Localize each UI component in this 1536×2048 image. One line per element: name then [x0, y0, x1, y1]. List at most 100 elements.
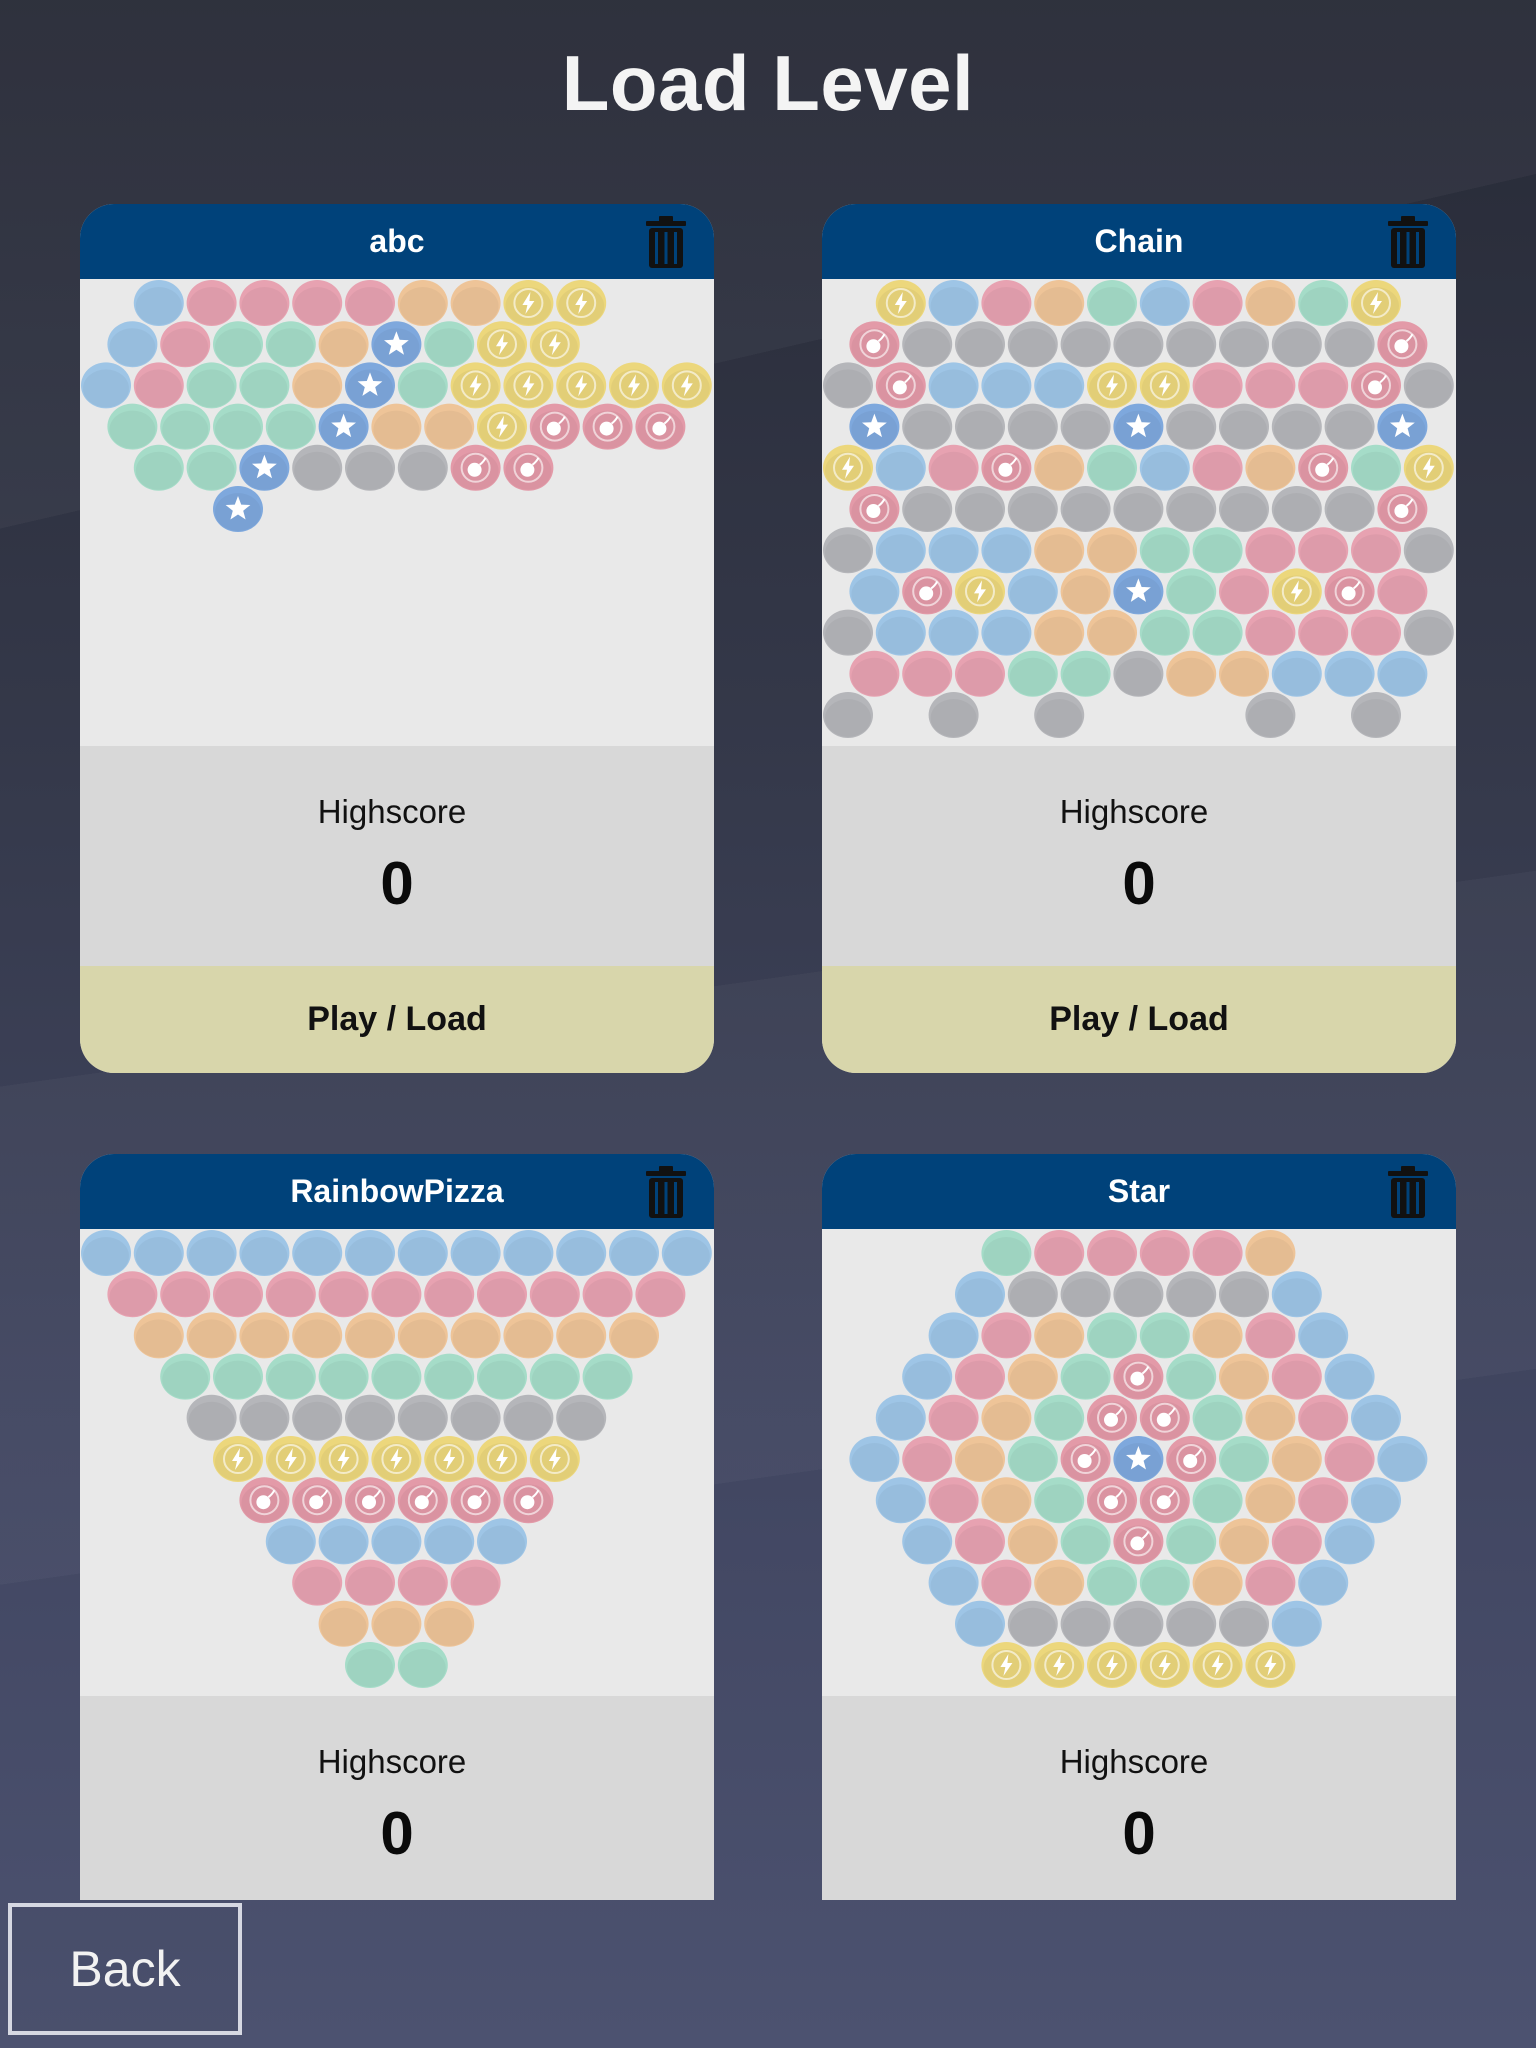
blue-bubble: [186, 1230, 237, 1276]
green-bubble: [1192, 1477, 1243, 1524]
star-bubble: [1377, 403, 1428, 450]
green-bubble: [265, 403, 316, 450]
orange-bubble: [318, 1600, 369, 1647]
lightning-bubble: [529, 321, 580, 368]
blue-bubble: [981, 609, 1032, 656]
lightning-bubble: [529, 1436, 580, 1482]
blue-bubble: [928, 609, 979, 656]
blue-bubble: [556, 1230, 607, 1276]
gray-bubble: [1166, 403, 1217, 450]
bomb-bubble: [450, 1477, 501, 1524]
green-bubble: [213, 1353, 263, 1400]
gray-bubble: [345, 444, 395, 491]
trash-icon[interactable]: [1388, 1166, 1428, 1218]
blue-bubble: [1324, 1353, 1375, 1400]
green-bubble: [1298, 280, 1349, 326]
blue-bubble: [371, 1518, 422, 1565]
pink-bubble: [928, 444, 979, 491]
green-bubble: [424, 1353, 475, 1400]
bomb-bubble: [582, 403, 633, 450]
pink-bubble: [1087, 1230, 1137, 1276]
gray-bubble: [1060, 486, 1111, 532]
pink-bubble: [1245, 609, 1296, 656]
green-bubble: [239, 362, 290, 409]
lightning-bubble: [1351, 280, 1401, 326]
blue-bubble: [928, 280, 979, 326]
green-bubble: [397, 362, 448, 409]
orange-bubble: [1245, 1477, 1296, 1524]
gray-bubble: [1324, 486, 1375, 532]
green-bubble: [1034, 1394, 1085, 1441]
orange-bubble: [1034, 1312, 1085, 1359]
trash-icon[interactable]: [646, 216, 686, 268]
bomb-bubble: [503, 1477, 554, 1524]
gray-bubble: [1166, 1271, 1217, 1318]
star-bubble: [371, 321, 422, 368]
green-bubble: [318, 1353, 369, 1400]
lightning-bubble: [477, 1436, 527, 1482]
pink-bubble: [1034, 1230, 1085, 1276]
gray-bubble: [1113, 486, 1164, 532]
gray-bubble: [1403, 609, 1454, 656]
orange-bubble: [1219, 1518, 1269, 1565]
lightning-bubble: [477, 321, 527, 368]
green-bubble: [424, 321, 475, 368]
blue-bubble: [503, 1230, 554, 1276]
highscore-value: 0: [1122, 1800, 1156, 1867]
pink-bubble: [1351, 609, 1401, 656]
green-bubble: [1192, 609, 1243, 656]
orange-bubble: [1219, 1353, 1269, 1400]
pink-bubble: [186, 280, 237, 326]
gray-bubble: [1060, 321, 1111, 368]
pink-bubble: [955, 650, 1005, 697]
level-card-rainbowpizza: RainbowPizza Highscore 0: [80, 1154, 714, 1900]
green-bubble: [160, 1353, 211, 1400]
lightning-bubble: [477, 403, 527, 450]
green-bubble: [1139, 527, 1190, 574]
level-name: Chain: [1094, 223, 1184, 259]
green-bubble: [213, 403, 263, 450]
level-board-preview: [80, 1229, 714, 1696]
blue-bubble: [1324, 1518, 1375, 1565]
orange-bubble: [1192, 1312, 1243, 1359]
bomb-icon: [1394, 504, 1409, 518]
trash-icon[interactable]: [1388, 216, 1428, 268]
pink-bubble: [292, 1559, 343, 1606]
blue-bubble: [875, 1477, 926, 1524]
gray-bubble: [1113, 1600, 1164, 1647]
gray-bubble: [1060, 403, 1111, 450]
bomb-bubble: [1324, 568, 1375, 615]
back-button[interactable]: Back: [8, 1903, 242, 2035]
blue-bubble: [875, 609, 926, 656]
green-bubble: [133, 444, 184, 491]
gray-bubble: [292, 444, 343, 491]
orange-bubble: [1007, 1353, 1058, 1400]
bomb-bubble: [1298, 444, 1349, 491]
lightning-bubble: [609, 362, 659, 409]
star-bubble: [1113, 1436, 1164, 1482]
green-bubble: [1087, 280, 1137, 326]
bomb-icon: [467, 462, 482, 477]
gray-bubble: [1219, 321, 1269, 368]
pink-bubble: [955, 1353, 1005, 1400]
trash-icon[interactable]: [646, 1166, 686, 1218]
pink-bubble: [1245, 527, 1296, 574]
blue-bubble: [902, 1353, 953, 1400]
green-bubble: [1087, 444, 1137, 491]
play-load-button[interactable]: Play / Load: [80, 966, 714, 1073]
pink-bubble: [318, 1271, 369, 1318]
blue-bubble: [81, 1230, 131, 1276]
green-bubble: [371, 1353, 422, 1400]
bomb-icon: [1315, 462, 1330, 477]
blue-bubble: [928, 1559, 979, 1606]
gray-bubble: [1007, 1600, 1058, 1647]
pink-bubble: [1298, 1394, 1349, 1441]
star-bubble: [345, 362, 395, 409]
play-load-button[interactable]: Play / Load: [822, 966, 1456, 1073]
green-bubble: [1007, 650, 1058, 697]
green-bubble: [213, 321, 263, 368]
lightning-bubble: [213, 1436, 263, 1482]
blue-bubble: [875, 527, 926, 574]
bomb-icon: [414, 1495, 429, 1510]
blue-bubble: [1377, 650, 1428, 697]
